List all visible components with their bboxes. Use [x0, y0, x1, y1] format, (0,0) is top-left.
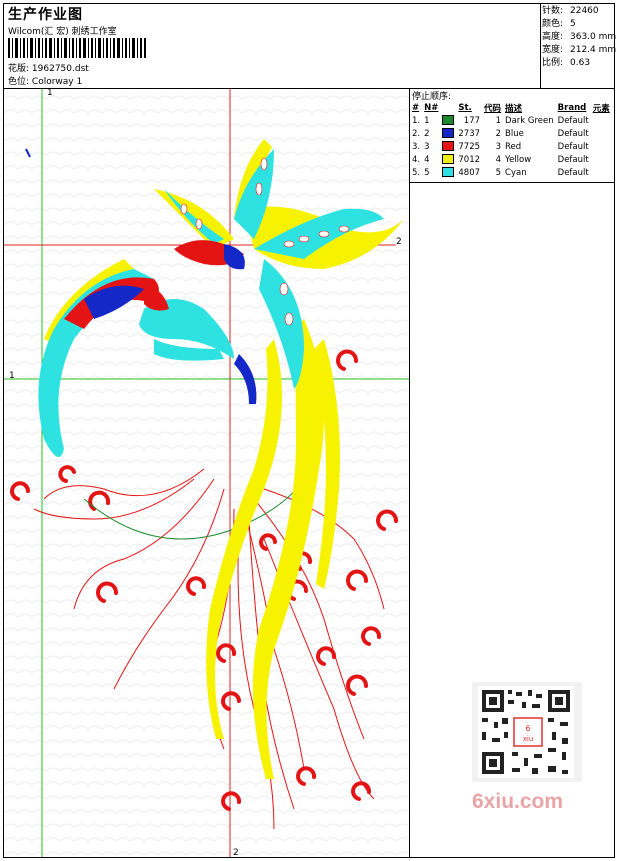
row-swatch — [440, 114, 456, 127]
row-swatch — [440, 166, 456, 179]
color-swatch — [442, 141, 455, 152]
table-row: 3. 3 7725 3 Red Default — [410, 140, 612, 153]
row-needle: 5 — [424, 167, 430, 178]
col-brand: Brand — [557, 102, 587, 113]
row-needle: 3 — [424, 141, 430, 152]
row-swatch — [440, 127, 456, 140]
row-needle: 4 — [424, 154, 430, 165]
watermark: 6xiu.com — [472, 790, 564, 813]
row-index: 5. — [412, 167, 421, 178]
stat-colors: 颜色: 5 — [542, 19, 576, 29]
table-header: # N# St. 代码 描述 Brand 元素 — [410, 101, 612, 114]
phoenix-embroidery: 1 1 2 2 — [4, 89, 409, 857]
row-code: 2 — [495, 128, 502, 139]
row-index: 2. — [412, 128, 421, 139]
design-label: 花版: — [8, 64, 30, 74]
row-swatch — [440, 140, 456, 153]
row-code: 3 — [495, 141, 502, 152]
table-row: 2. 2 2737 2 Blue Default — [410, 127, 612, 140]
row-element — [591, 153, 612, 166]
row-element — [591, 114, 612, 127]
table-row: 4. 4 7012 4 Yellow Default — [410, 153, 612, 166]
stats-divider — [540, 3, 541, 88]
row-brand: Default — [557, 115, 589, 126]
axis-label-v2: 2 — [233, 848, 239, 857]
row-code: 4 — [495, 154, 502, 165]
table-row: 1. 1 177 1 Dark Green Default — [410, 114, 612, 127]
row-index: 1. — [412, 115, 421, 126]
axis-label-h1: 1 — [9, 371, 15, 381]
row-element — [591, 166, 612, 179]
row-stitches: 7725 — [458, 141, 481, 152]
design-stats: 针数: 22460 颜色: 5 高度: 363.0 mm 宽度: 212.4 mm 比例… — [542, 5, 616, 70]
col-element: 元素 — [592, 103, 610, 114]
row-description: Red — [505, 141, 522, 152]
row-brand: Default — [557, 167, 589, 178]
col-stitches: St. — [458, 102, 472, 113]
table-row: 5. 5 4807 5 Cyan Default — [410, 166, 612, 179]
stat-scale: 比例: 0.63 — [542, 58, 591, 68]
stat-width: 宽度: 212.4 mm — [542, 45, 617, 55]
row-element — [591, 140, 612, 153]
col-code: 代码 — [484, 103, 502, 114]
color-swatch — [442, 154, 455, 165]
design-name-row: 花版: 1962750.dst — [8, 61, 89, 74]
table-divider — [409, 182, 615, 183]
row-element — [591, 127, 612, 140]
stop-sequence-table: # N# St. 代码 描述 Brand 元素 1. 1 177 1 Dark Gree… — [410, 101, 612, 179]
colorway-row: 色位: Colorway 1 — [8, 74, 82, 87]
qr-code: 6 xiu — [472, 682, 582, 782]
svg-text:6: 6 — [525, 724, 530, 733]
row-description: Yellow — [505, 154, 532, 165]
row-swatch — [440, 153, 456, 166]
axis-label-v1: 1 — [47, 89, 53, 98]
row-brand: Default — [557, 141, 589, 152]
row-description: Blue — [505, 128, 524, 139]
design-canvas: 1 1 2 2 — [4, 89, 409, 857]
col-index: # — [412, 102, 420, 113]
page-title: 生产作业图 — [8, 7, 83, 23]
studio-name: Wilcom(汇 宏) 刺绣工作室 — [8, 27, 117, 37]
row-code: 1 — [495, 115, 502, 126]
row-needle: 1 — [424, 115, 430, 126]
design-value: 1962750.dst — [31, 64, 89, 74]
stat-stitches: 针数: 22460 — [542, 6, 599, 16]
row-needle: 2 — [424, 128, 430, 139]
colorway-label: 色位: — [8, 77, 30, 87]
svg-text:xiu: xiu — [523, 735, 534, 743]
row-stitches: 177 — [463, 115, 481, 126]
row-description: Cyan — [505, 167, 527, 178]
row-stitches: 7012 — [458, 154, 481, 165]
row-code: 5 — [495, 167, 502, 178]
color-swatch — [442, 128, 455, 139]
row-description: Dark Green — [505, 115, 554, 126]
colorway-value: Colorway 1 — [31, 77, 83, 87]
stat-height: 高度: 363.0 mm — [542, 32, 617, 42]
row-stitches: 2737 — [458, 128, 481, 139]
row-stitches: 4807 — [458, 167, 481, 178]
canvas-divider — [409, 88, 410, 858]
row-index: 3. — [412, 141, 421, 152]
row-index: 4. — [412, 154, 421, 165]
col-description: 描述 — [505, 103, 523, 114]
row-brand: Default — [557, 128, 589, 139]
barcode — [8, 38, 146, 58]
axis-label-h2: 2 — [396, 237, 402, 247]
col-needle: N# — [424, 102, 439, 113]
color-swatch — [442, 115, 455, 126]
color-swatch — [442, 167, 455, 178]
row-brand: Default — [557, 154, 589, 165]
